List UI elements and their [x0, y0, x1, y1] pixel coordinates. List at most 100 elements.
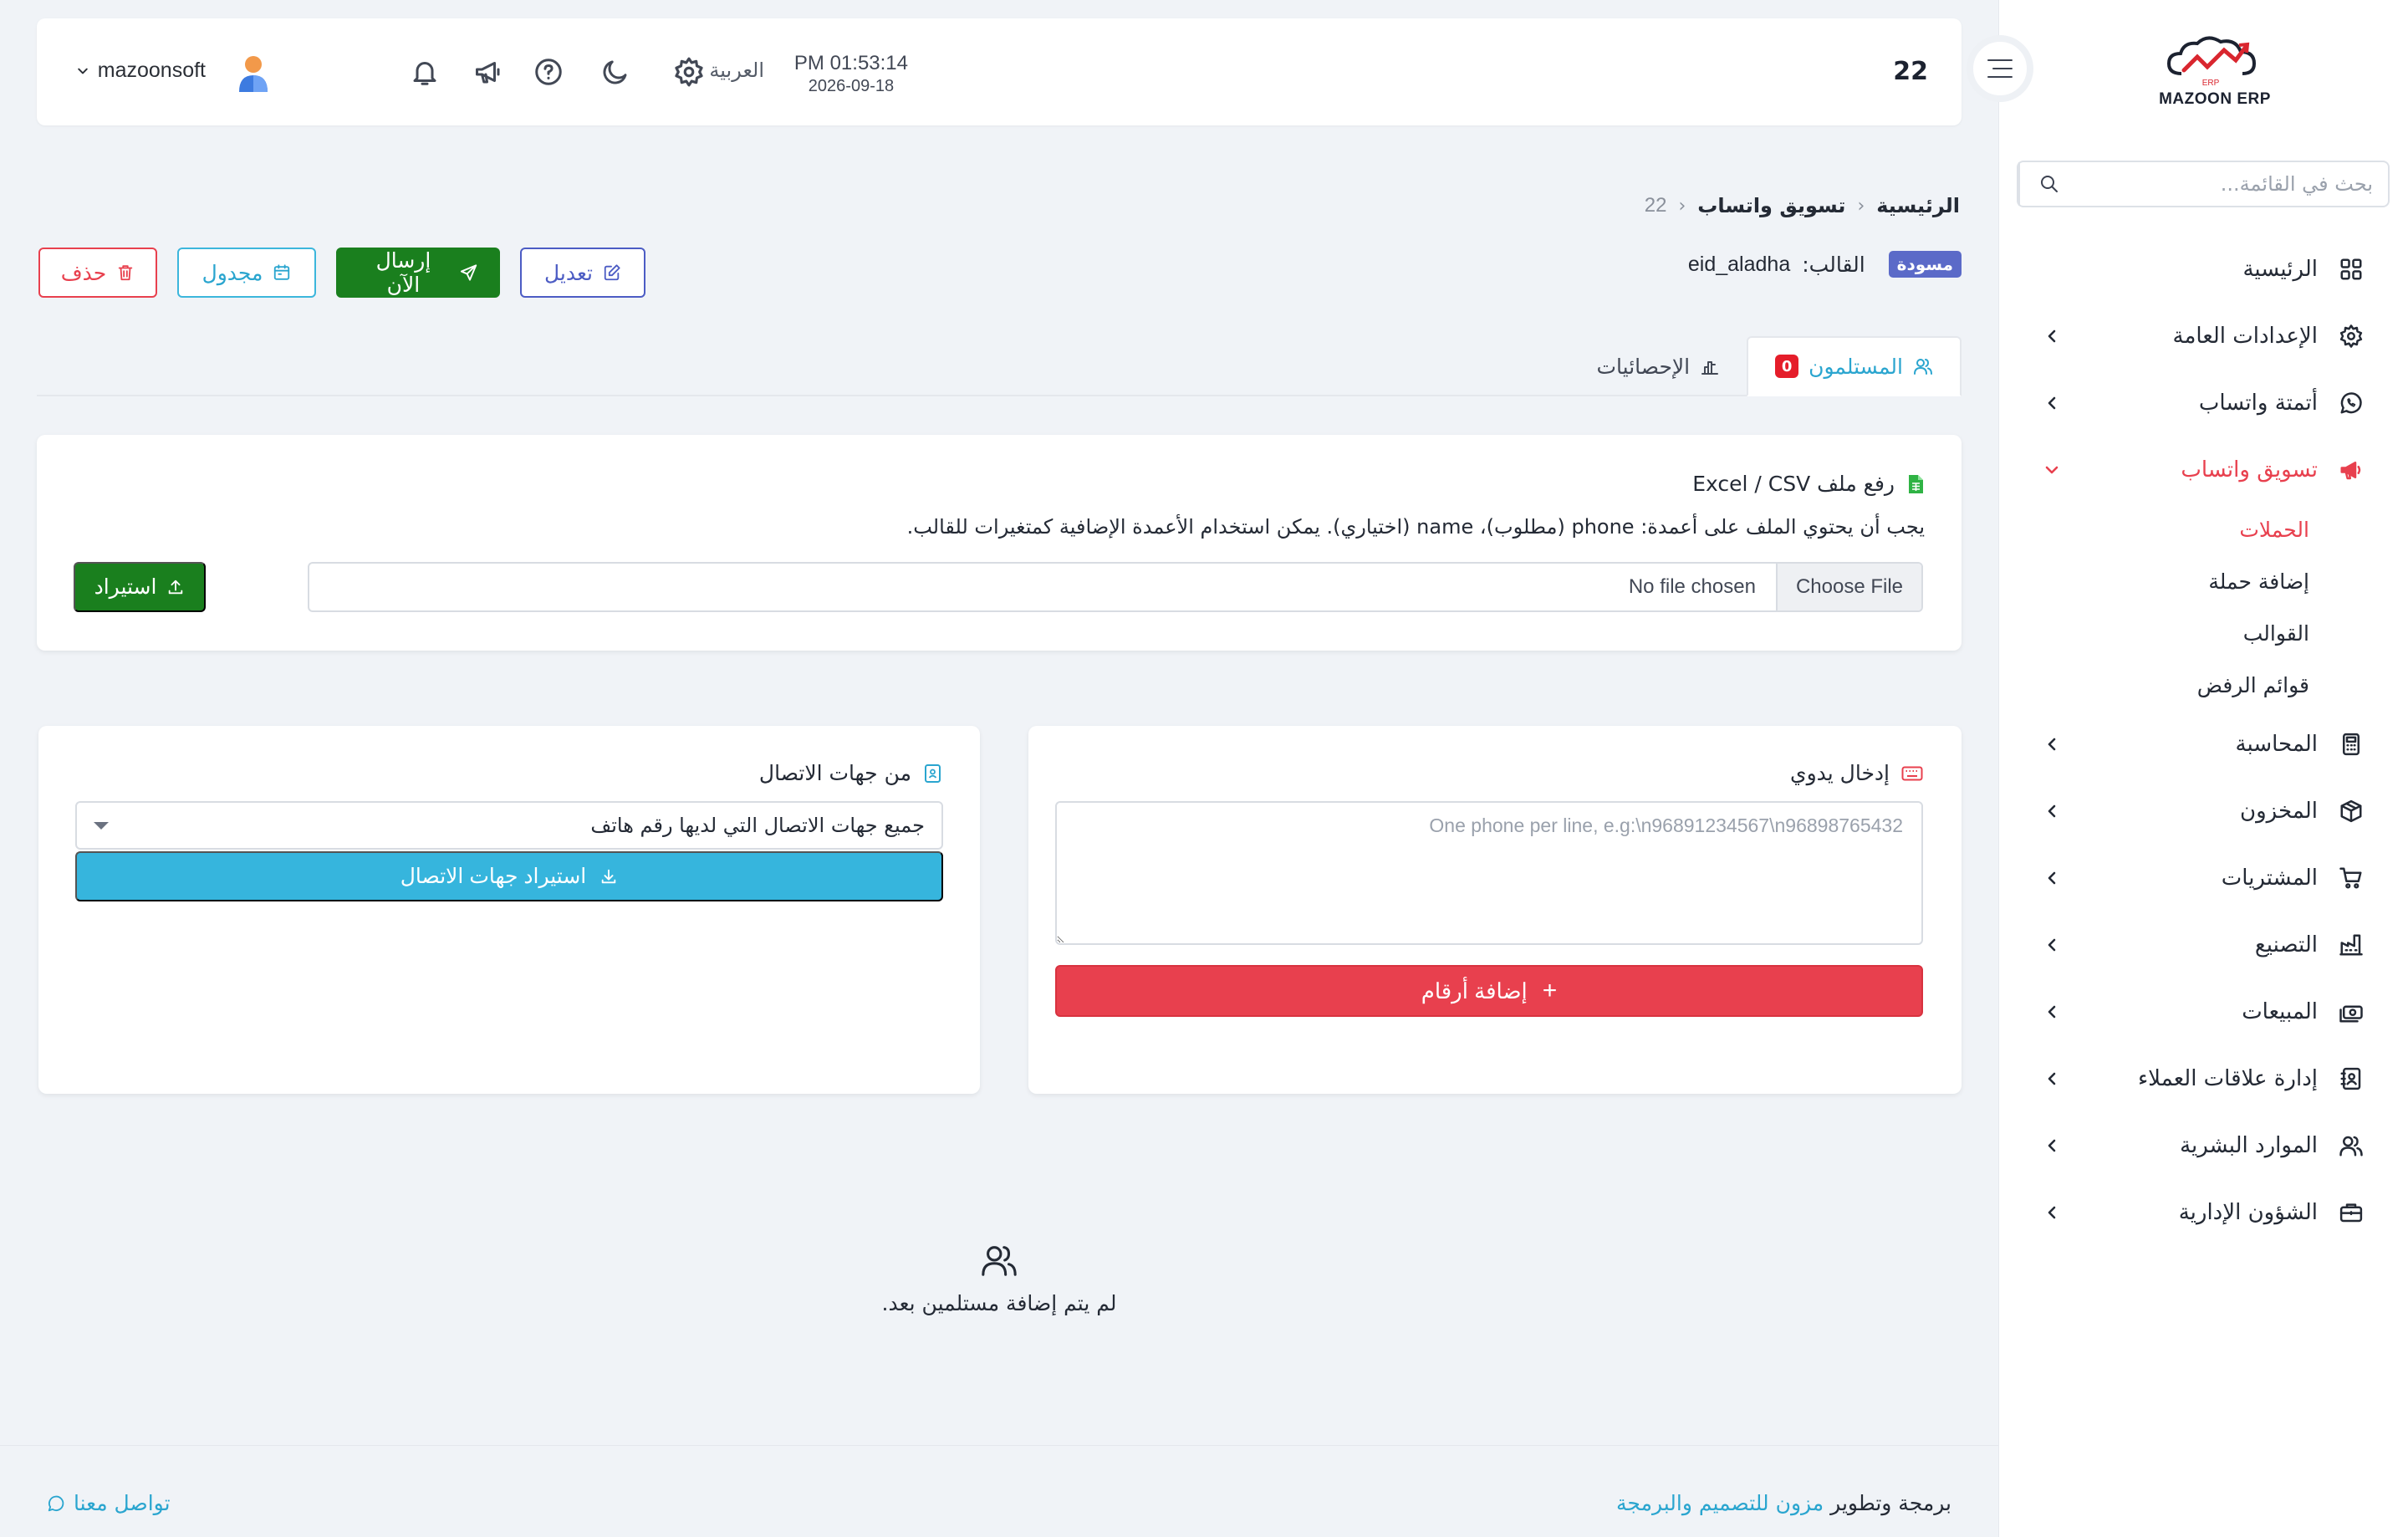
footer-credit-prefix: برمجة وتطوير [1830, 1491, 1951, 1515]
breadcrumb-current: 22 [1644, 194, 1667, 217]
megaphone-icon [476, 62, 500, 84]
contacts-filter-select[interactable]: جميع جهات الاتصال التي لديها رقم هاتف [75, 801, 943, 850]
tab-statistics[interactable]: الإحصائيات [1570, 336, 1747, 396]
notifications-button[interactable] [406, 54, 443, 90]
breadcrumb-home[interactable]: الرئيسية [1876, 194, 1960, 217]
page-id: 22 [1893, 57, 1928, 86]
contact-us-link[interactable]: تواصل معنا [47, 1491, 171, 1515]
sidebar-item-manufacturing[interactable]: التصنيع [1998, 911, 2408, 978]
delete-button-label: حذف [60, 260, 107, 285]
footer: برمجة وتطوير مزون للتصميم والبرمجة تواصل… [0, 1445, 1998, 1537]
import-contacts-button[interactable]: استيراد جهات الاتصال [75, 851, 943, 901]
sidebar-item-home[interactable]: الرئيسية [1998, 236, 2408, 303]
footer-credit-link[interactable]: مزون للتصميم والبرمجة [1616, 1491, 1824, 1515]
manual-entry-title-text: إدخال يدوي [1790, 761, 1890, 785]
chevron-left-icon [2040, 1134, 2064, 1157]
megaphone-icon [2336, 455, 2366, 485]
username: mazoonsoft [97, 59, 206, 82]
sidebar-item-label: التصنيع [2254, 932, 2318, 957]
announcements-button[interactable] [470, 54, 507, 90]
empty-state-message: لم يتم إضافة مستلمين بعد. [881, 1291, 1117, 1315]
sidebar-item-crm[interactable]: إدارة علاقات العملاء [1998, 1045, 2408, 1112]
from-contacts-card: من جهات الاتصال جميع جهات الاتصال التي ل… [38, 726, 980, 1094]
template-info: القالب: eid_aladha [1688, 253, 1865, 277]
sidebar-item-purchases[interactable]: المشتريات [1998, 845, 2408, 911]
delete-button[interactable]: حذف [38, 248, 157, 298]
sidebar-item-accounting[interactable]: المحاسبة [1998, 711, 2408, 778]
sidebar-item-whatsapp-automation[interactable]: أتمتة واتساب [1998, 370, 2408, 437]
cart-icon [2336, 863, 2366, 893]
campaign-actions: حذف مجدول إرسال الآن تعديل [38, 248, 645, 298]
sidebar-submenu-whatsapp-marketing: الحملات إضافة حملة القوالب قوائم الرفض [1998, 503, 2408, 711]
sidebar-item-label: الإعدادات العامة [2172, 324, 2318, 349]
chevron-left-icon [2040, 733, 2064, 756]
send-now-button[interactable]: إرسال الآن [336, 248, 500, 298]
choose-file-button[interactable]: Choose File [1775, 564, 1921, 610]
search-icon [2041, 176, 2058, 192]
breadcrumb-separator-icon: ‹ [1678, 195, 1686, 217]
avatar[interactable] [232, 52, 274, 94]
upload-card-title-text: رفع ملف Excel / CSV [1692, 472, 1895, 496]
menu-search-input[interactable] [2079, 162, 2388, 206]
user-menu[interactable]: mazoonsoft [76, 59, 206, 83]
hamburger-icon [1987, 59, 2013, 78]
chevron-left-icon [2040, 933, 2064, 957]
edit-icon [604, 264, 620, 281]
sidebar-item-label: تسويق واتساب [2181, 457, 2318, 483]
tab-recipients[interactable]: المستلمون 0 [1747, 336, 1962, 396]
phone-numbers-textarea[interactable] [1055, 801, 1923, 945]
campaign-tabs: المستلمون 0 الإحصائيات [37, 336, 1962, 396]
breadcrumb: الرئيسية ‹ تسويق واتساب ‹ 22 [1645, 194, 1960, 217]
logo-text: MAZOON ERP [2159, 90, 2271, 108]
sidebar-item-label: المشتريات [2221, 866, 2318, 891]
add-numbers-button[interactable]: + إضافة أرقام [1055, 965, 1923, 1017]
topbar: 22 PM 01:53:14 2026-09-18 العربية mazoon… [37, 18, 1962, 125]
search-button[interactable] [2018, 162, 2079, 206]
from-contacts-title-text: من جهات الاتصال [758, 761, 911, 785]
help-circle-icon [535, 59, 562, 85]
chevron-left-icon [2040, 391, 2064, 415]
sidebar-item-admin-affairs[interactable]: الشؤون الإدارية [1998, 1179, 2408, 1246]
sidebar-subitem-add-campaign[interactable]: إضافة حملة [1998, 555, 2309, 607]
sidebar-item-whatsapp-marketing[interactable]: تسويق واتساب [1998, 437, 2408, 503]
sidebar-item-general-settings[interactable]: الإعدادات العامة [1998, 303, 2408, 370]
import-file-button[interactable]: استيراد [74, 562, 206, 612]
breadcrumb-section[interactable]: تسويق واتساب [1697, 194, 1845, 217]
chevron-left-icon [2040, 1201, 2064, 1224]
grid-icon [2336, 254, 2366, 284]
scheduled-button[interactable]: مجدول [177, 248, 316, 298]
upload-file-card: رفع ملف Excel / CSV يجب أن يحتوي الملف ع… [37, 435, 1962, 651]
sidebar-item-label: المبيعات [2242, 999, 2318, 1024]
users-icon [982, 1246, 1017, 1276]
file-name-text: No file chosen [1628, 575, 1756, 598]
send-now-button-label: إرسال الآن [375, 248, 431, 297]
edit-button[interactable]: تعديل [520, 248, 645, 298]
language-switcher[interactable]: العربية [709, 59, 764, 82]
bar-chart-icon [1701, 361, 1719, 375]
trash-icon [119, 265, 133, 281]
logo[interactable]: ERP MAZOON ERP [2144, 32, 2286, 115]
add-numbers-button-label: إضافة أرقام [1421, 978, 1528, 1003]
tab-statistics-label: الإحصائيات [1596, 354, 1691, 379]
bell-icon [413, 62, 436, 85]
excel-file-icon [1909, 474, 1923, 493]
breadcrumb-separator-icon: ‹ [1857, 195, 1865, 217]
sidebar-item-sales[interactable]: المبيعات [1998, 978, 2408, 1045]
sidebar-toggle-button[interactable] [1967, 35, 2033, 102]
file-input[interactable]: Choose File No file chosen [308, 562, 1923, 612]
settings-button[interactable] [671, 54, 707, 90]
whatsapp-icon [48, 1495, 64, 1511]
edit-button-label: تعديل [543, 260, 594, 285]
sidebar-subitem-campaigns[interactable]: الحملات [1998, 503, 2309, 555]
sidebar-subitem-templates[interactable]: القوالب [1998, 607, 2309, 659]
chevron-down-icon [77, 68, 88, 74]
sidebar-item-inventory[interactable]: المخزون [1998, 778, 2408, 845]
template-value: eid_aladha [1687, 252, 1791, 276]
chevron-left-icon [2040, 866, 2064, 890]
sidebar-subitem-reject-lists[interactable]: قوائم الرفض [1998, 659, 2309, 711]
help-button[interactable] [530, 54, 567, 90]
sidebar-item-label: أتمتة واتساب [2198, 391, 2318, 416]
sidebar-item-hr[interactable]: الموارد البشرية [1998, 1112, 2408, 1179]
theme-toggle-button[interactable] [597, 54, 634, 90]
briefcase-icon [2336, 1197, 2366, 1228]
